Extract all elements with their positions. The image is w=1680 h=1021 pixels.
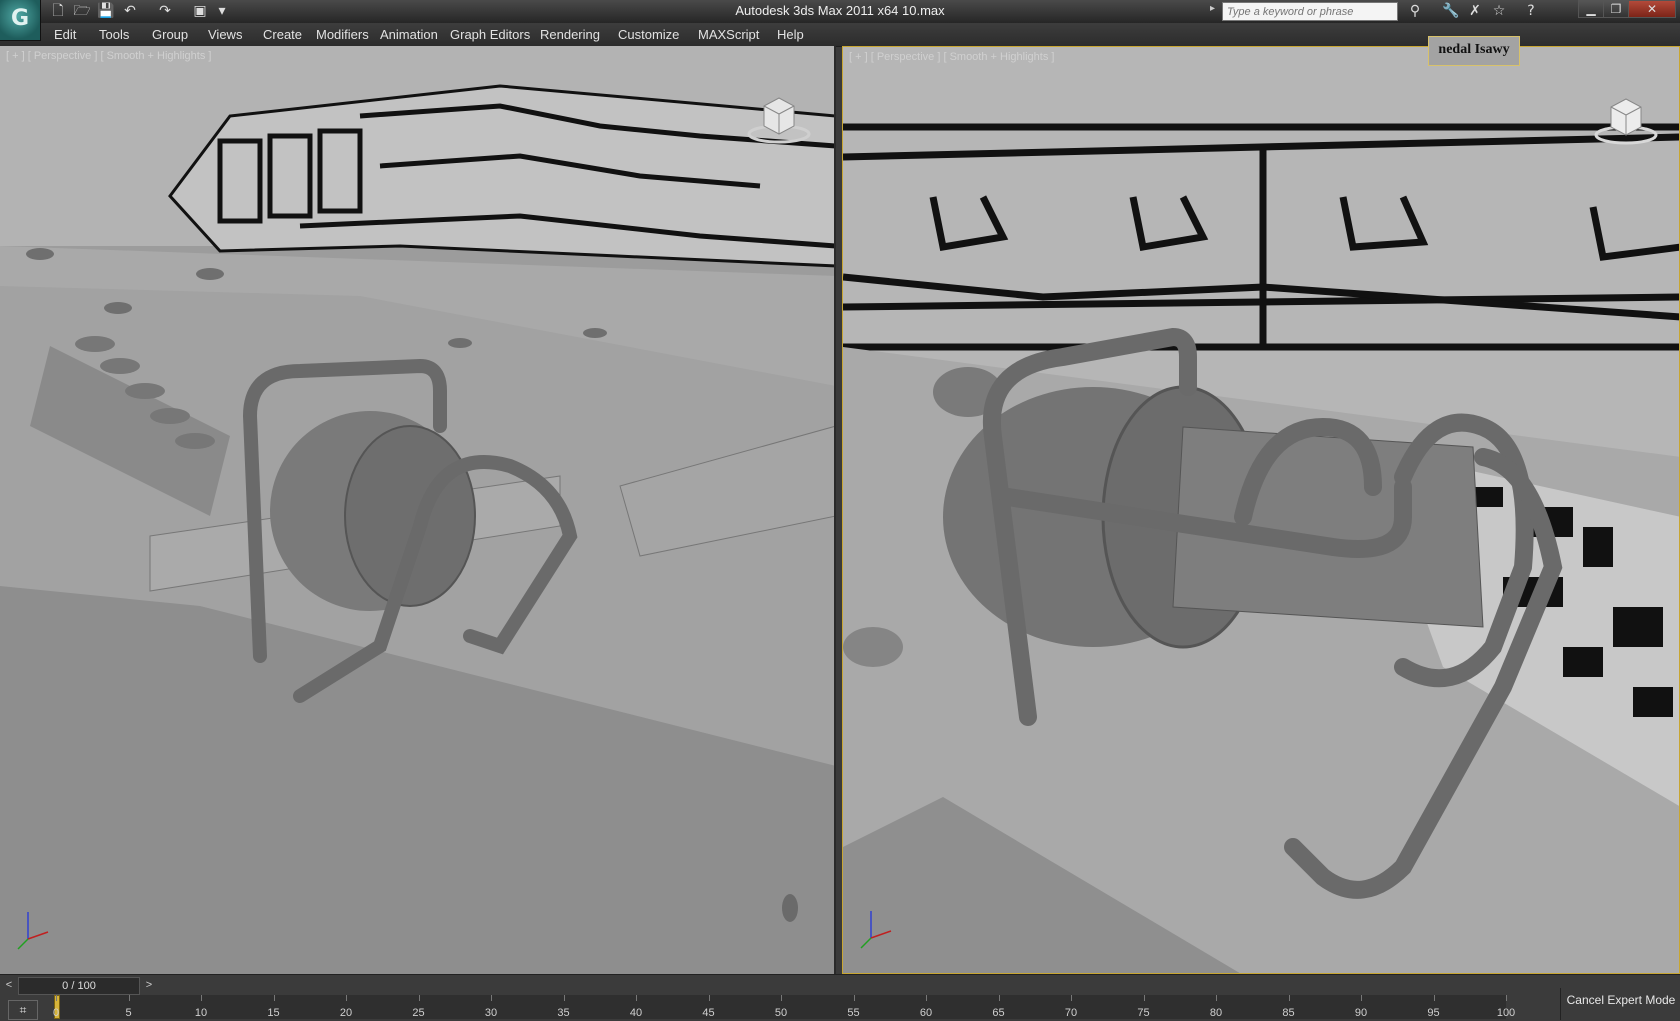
timeline-tick-label: 0 (52, 1007, 60, 1019)
timeline-tick-label: 75 (1137, 1007, 1150, 1019)
timeline-tick-label: 15 (267, 1007, 280, 1019)
timeline-tick (1506, 995, 1507, 1001)
axis-tripod-icon (860, 911, 892, 949)
timeline-tick (1288, 995, 1290, 1001)
timeline-tick (128, 995, 130, 1001)
timeline-tick (853, 995, 855, 1001)
timeline-tick (1071, 995, 1072, 1001)
menu-tools[interactable]: Tools (99, 27, 129, 42)
left-viewport-scene (0, 46, 834, 974)
timeline-tick (201, 995, 202, 1001)
timeline-tick-label: 35 (557, 1007, 570, 1019)
right-viewport[interactable]: [ + ] [ Perspective ] [ Smooth + Highlig… (842, 46, 1680, 974)
favorites-star-icon[interactable]: ☆ (1488, 2, 1510, 21)
close-button[interactable]: ✕ (1628, 0, 1676, 18)
timeline-tick-label: 25 (412, 1007, 425, 1019)
binoculars-icon[interactable]: ⚲ (1404, 2, 1426, 21)
subscription-icon[interactable]: ✗ (1464, 2, 1486, 21)
menu-help[interactable]: Help (777, 27, 804, 42)
viewcube-icon[interactable] (744, 86, 814, 146)
timeline-tick-label: 85 (1282, 1007, 1295, 1019)
timeline-tick-label: 95 (1427, 1007, 1440, 1019)
key-filter-icon[interactable]: ⌗ (8, 1000, 38, 1020)
menu-maxscript[interactable]: MAXScript (698, 27, 759, 42)
application-button[interactable]: G (0, 0, 41, 41)
title-bar: G 🗋 🗁 💾 ↶ ↷ ▣ ▾ Autodesk 3ds Max 2011 x6… (0, 0, 1680, 41)
search-input[interactable] (1222, 2, 1398, 21)
redo-icon[interactable]: ↷ (155, 2, 175, 20)
timeline-tick (346, 995, 347, 1001)
menu-create[interactable]: Create (263, 27, 302, 42)
menu-edit[interactable]: Edit (54, 27, 76, 42)
maximize-button[interactable]: ❐ (1603, 0, 1629, 18)
left-viewport[interactable]: [ + ] [ Perspective ] [ Smooth + Highlig… (0, 46, 836, 974)
help-icon[interactable]: ? (1520, 2, 1542, 21)
author-credit-label: nedal Isawy (1428, 36, 1520, 66)
menu-rendering[interactable]: Rendering (540, 27, 600, 42)
timeline-tick (1361, 995, 1362, 1001)
menu-views[interactable]: Views (208, 27, 242, 42)
timeline-tick (1216, 995, 1217, 1001)
right-viewport-label[interactable]: [ + ] [ Perspective ] [ Smooth + Highlig… (849, 51, 1054, 63)
timeline-tick-label: 55 (847, 1007, 860, 1019)
timeline-tick (273, 995, 275, 1001)
timeline-tick (998, 995, 1000, 1001)
timeline-tick-label: 5 (125, 1007, 132, 1019)
frame-counter[interactable]: 0 / 100 (18, 977, 140, 995)
viewcube-icon[interactable] (1591, 87, 1661, 147)
menu-modifiers[interactable]: Modifiers (316, 27, 369, 42)
timeline-tick-label: 90 (1354, 1007, 1368, 1019)
menu-customize[interactable]: Customize (618, 27, 679, 42)
open-folder-icon[interactable]: 🗁 (72, 2, 92, 20)
wrench-icon[interactable]: 🔧 (1440, 2, 1462, 21)
save-icon[interactable]: 💾 (96, 2, 116, 20)
timeline-tick-label: 10 (194, 1007, 208, 1019)
left-viewport-label[interactable]: [ + ] [ Perspective ] [ Smooth + Highlig… (6, 50, 211, 62)
undo-icon[interactable]: ↶ (120, 2, 140, 20)
timeline-tick-label: 45 (702, 1007, 715, 1019)
timeline: < 0 / 100 > ⌗ 0 5 10 15 20 25 30 35 40 45 50 55 60 65… (0, 974, 1680, 1021)
quick-access-dropdown-icon[interactable]: ▾ (212, 2, 232, 20)
timeline-tick (926, 995, 927, 1001)
timeline-tick-label: 80 (1209, 1007, 1223, 1019)
project-folder-icon[interactable]: ▣ (190, 2, 210, 20)
timeline-tick (56, 995, 57, 1001)
timeline-tick (491, 995, 492, 1001)
next-frame-button[interactable]: > (142, 978, 156, 992)
timeline-tick (708, 995, 710, 1001)
timeline-tick (1143, 995, 1145, 1001)
window-title: Autodesk 3ds Max 2011 x64 10.max (735, 3, 945, 18)
timeline-tick-label: 50 (774, 1007, 788, 1019)
timeline-tick-label: 70 (1064, 1007, 1078, 1019)
prev-frame-button[interactable]: < (2, 978, 16, 992)
timeline-tick-label: 40 (629, 1007, 643, 1019)
minimize-button[interactable]: ▁ (1578, 0, 1604, 18)
timeline-tick-label: 65 (992, 1007, 1005, 1019)
cancel-expert-mode-button[interactable]: Cancel Expert Mode (1560, 988, 1680, 1020)
new-file-icon[interactable]: 🗋 (48, 2, 68, 20)
timeline-tick (563, 995, 565, 1001)
timeline-tick-label: 60 (919, 1007, 933, 1019)
timeline-tick-label: 100 (1496, 1007, 1516, 1019)
timeline-tick (1433, 995, 1435, 1001)
timeline-tick (418, 995, 420, 1001)
timeline-tick (636, 995, 637, 1001)
right-viewport-scene (843, 47, 1679, 973)
menu-graph-editors[interactable]: Graph Editors (450, 27, 530, 42)
search-expand-icon[interactable]: ▸ (1210, 3, 1215, 14)
timeline-tick-label: 20 (339, 1007, 353, 1019)
axis-tripod-icon (17, 912, 49, 950)
menu-animation[interactable]: Animation (380, 27, 438, 42)
timeline-tick-label: 30 (484, 1007, 498, 1019)
timeline-tick (781, 995, 782, 1001)
menu-group[interactable]: Group (152, 27, 188, 42)
